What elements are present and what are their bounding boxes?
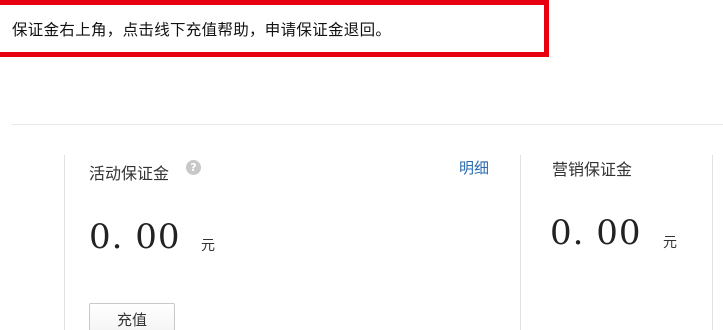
- marketing-deposit-amount: 0. 00: [550, 213, 642, 253]
- recharge-button[interactable]: 充值: [89, 303, 175, 330]
- annotation-text: 保证金右上角，点击线下充值帮助，申请保证金退回。: [12, 21, 392, 39]
- detail-link[interactable]: 明细: [459, 157, 489, 178]
- card-divider-left: [64, 155, 65, 330]
- card-divider-middle: [520, 155, 521, 330]
- marketing-deposit-title: 营销保证金: [552, 160, 633, 179]
- active-deposit-unit: 元: [201, 238, 215, 254]
- card-divider-right: [712, 155, 713, 330]
- section-divider: [12, 124, 723, 125]
- active-deposit-amount: 0. 00: [89, 217, 181, 257]
- active-deposit-title: 活动保证金: [89, 164, 170, 183]
- help-question-icon[interactable]: ?: [186, 160, 201, 175]
- marketing-deposit-unit: 元: [663, 235, 677, 251]
